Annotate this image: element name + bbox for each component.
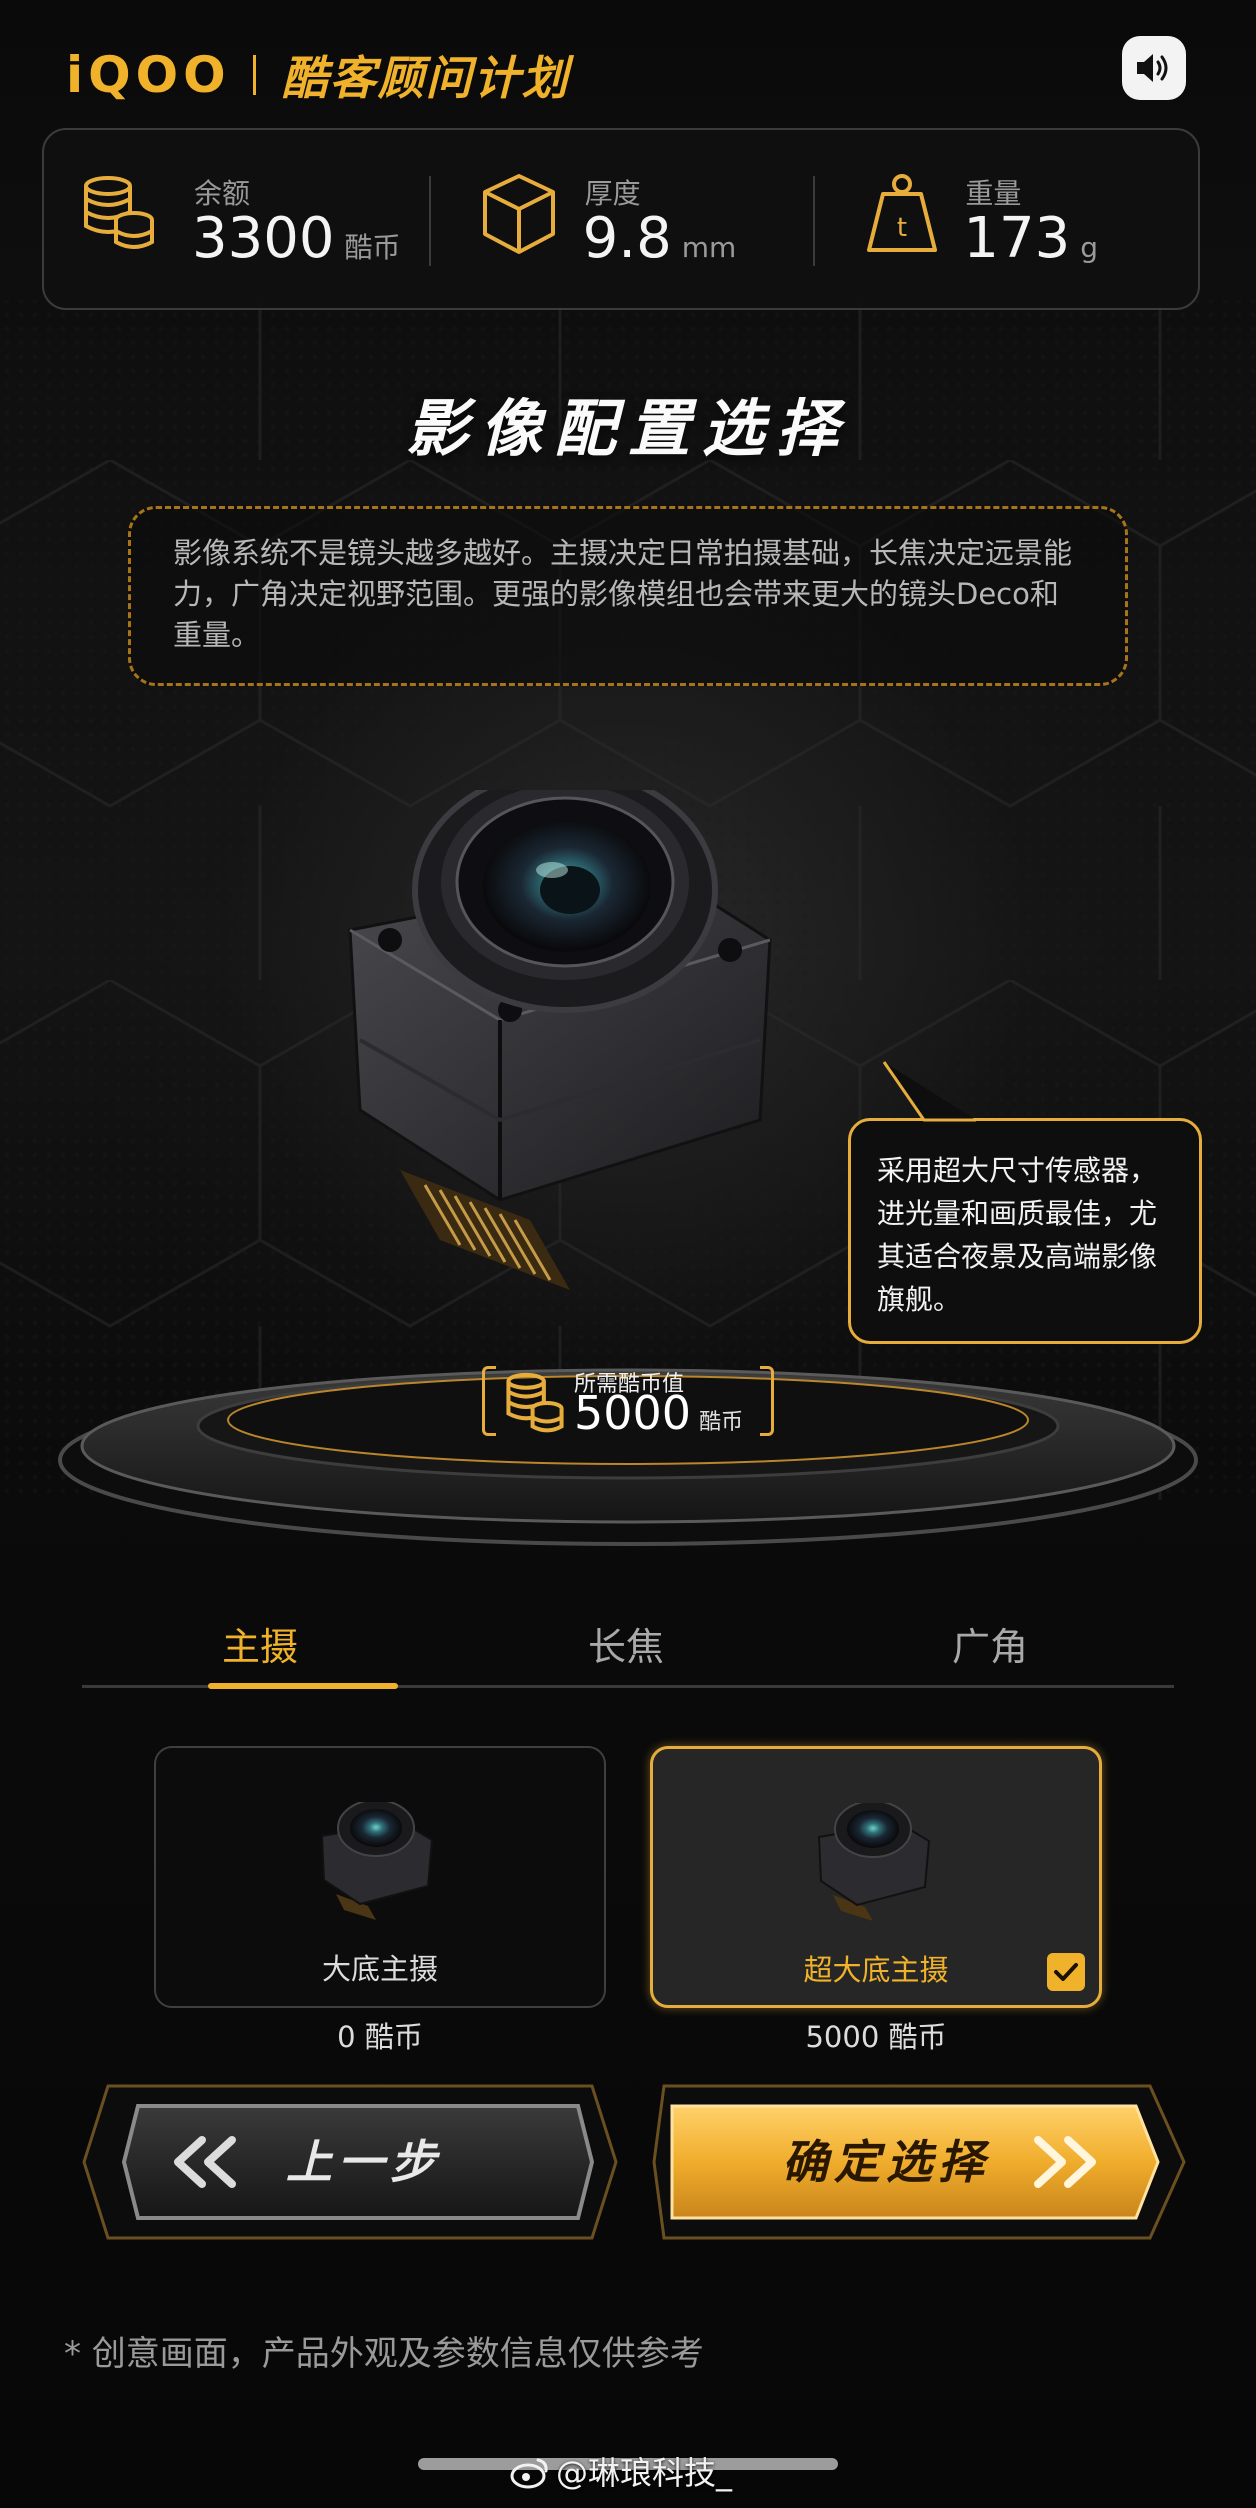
tab-main-camera[interactable]: 主摄 [222, 1616, 298, 1671]
sound-toggle-button[interactable] [1122, 36, 1186, 100]
bracket-left [482, 1366, 496, 1436]
confirm-selection-label: 确定选择 [782, 2135, 990, 2189]
brand-header: iQOO 酷客顾问计划 [66, 42, 570, 108]
option-card-large-sensor[interactable]: 大底主摄 [154, 1746, 606, 2008]
callout-pointer [882, 1061, 976, 1122]
cost-value: 5000 酷币 [574, 1386, 744, 1440]
camera-module-thumbnail [817, 1803, 931, 1921]
option-card-extra-large-sensor[interactable]: 超大底主摄 [650, 1746, 1102, 2008]
disclaimer-text: * 创意画面，产品外观及参数信息仅供参考 [64, 2334, 704, 2374]
tab-wide-angle[interactable]: 广角 [952, 1616, 1028, 1671]
coins-icon [84, 176, 154, 249]
feature-callout: 采用超大尺寸传感器，进光量和画质最佳，尤其适合夜景及高端影像旗舰。 [848, 1118, 1202, 1344]
camera-module-image [348, 790, 772, 1290]
brand-logo: iQOO [66, 46, 231, 104]
camera-type-tabs: 主摄 长焦 广角 [82, 1598, 1174, 1689]
weibo-icon [510, 2458, 548, 2489]
option-price: 5000 酷币 [805, 2020, 947, 2054]
option-name: 超大底主摄 [803, 1953, 949, 1987]
previous-step-label: 上一步 [286, 2135, 442, 2189]
camera-module-thumbnail [320, 1802, 434, 1920]
stat-thickness: 厚度 9.8 mm [428, 130, 814, 308]
stats-panel: 余额 3300 酷币 厚度 9.8 mm t 重量 173 g [42, 128, 1200, 310]
section-title: 影像配置选择 [405, 392, 850, 465]
stat-value: 173 g [963, 206, 1099, 271]
option-name: 大底主摄 [321, 1952, 438, 1986]
brand-divider [252, 55, 256, 95]
double-chevron-right-icon [1034, 2136, 1096, 2188]
weight-icon: t [867, 174, 938, 252]
cost-badge: 所需酷币值 5000 酷币 [482, 1366, 774, 1440]
option-price: 0 酷币 [337, 2020, 423, 2054]
speaker-icon [1137, 54, 1168, 82]
stat-balance: 余额 3300 酷币 [44, 130, 429, 308]
stat-weight: t 重量 173 g [813, 130, 1198, 308]
tab-telephoto[interactable]: 长焦 [588, 1616, 664, 1671]
svg-text:t: t [897, 213, 907, 243]
bracket-right [760, 1366, 774, 1436]
program-title: 酷客顾问计划 [281, 51, 570, 105]
previous-step-button[interactable]: 上一步 [80, 2082, 620, 2242]
confirm-selection-button[interactable]: 确定选择 [650, 2082, 1190, 2242]
stat-value: 9.8 mm [582, 206, 737, 271]
coins-icon [506, 1372, 564, 1433]
description-box: 影像系统不是镜头越多越好。主摄决定日常拍摄基础，长焦决定远景能力，广角决定视野范… [128, 506, 1128, 686]
checkmark-icon [1047, 1953, 1085, 1991]
cube-icon [482, 174, 555, 254]
double-chevron-left-icon [174, 2136, 236, 2188]
tab-active-indicator [208, 1683, 398, 1689]
stat-value: 3300 酷币 [192, 206, 401, 271]
watermark: @琳琅科技_ [510, 2448, 732, 2494]
